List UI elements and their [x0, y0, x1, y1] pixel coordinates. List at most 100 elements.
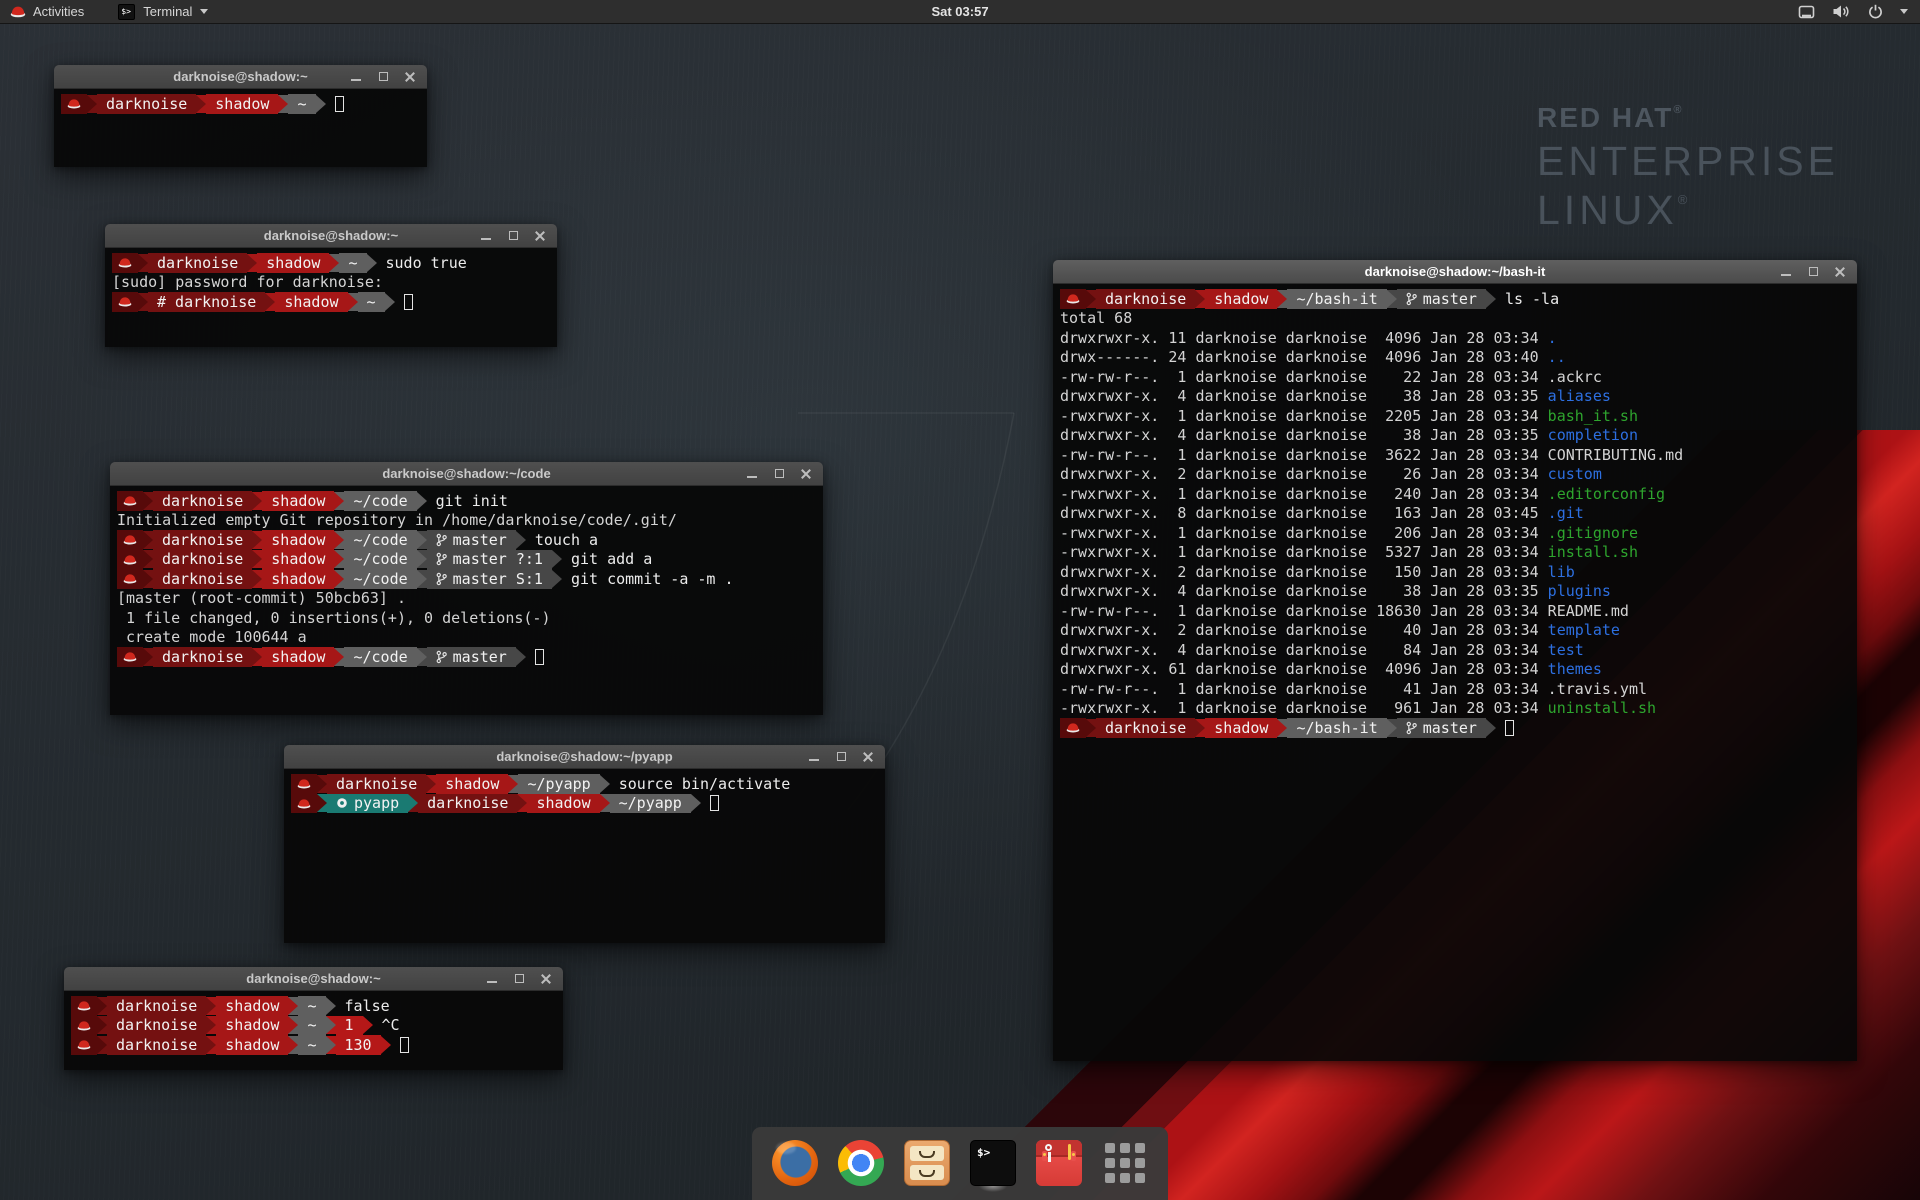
powerline-arrow-icon	[288, 1036, 298, 1054]
volume-icon	[1832, 4, 1851, 19]
terminal-body[interactable]: darknoiseshadow~falsedarknoiseshadow~1^C…	[64, 991, 563, 1070]
minimize-button[interactable]	[350, 71, 362, 83]
prompt-segment-user: darknoise	[153, 491, 252, 511]
maximize-button[interactable]	[1807, 266, 1819, 278]
terminal-window-exit-codes[interactable]: darknoise@shadow:~ darknoiseshadow~false…	[64, 967, 563, 1070]
terminal-body[interactable]: darknoiseshadow~/pyappsource bin/activat…	[284, 769, 885, 943]
minimize-button[interactable]	[480, 230, 492, 242]
terminal-body[interactable]: darknoiseshadow~	[54, 89, 427, 167]
ls-filename: .travis.yml	[1548, 680, 1647, 698]
maximize-button[interactable]	[513, 973, 525, 985]
minimize-button[interactable]	[1780, 266, 1792, 278]
prompt-segment-host: shadow	[1205, 718, 1277, 738]
file-manager-icon[interactable]	[904, 1140, 950, 1186]
minimize-button[interactable]	[808, 751, 820, 763]
close-button[interactable]	[534, 230, 546, 242]
app-grid-icon[interactable]	[1102, 1140, 1148, 1186]
close-button[interactable]	[1834, 266, 1846, 278]
window-title: darknoise@shadow:~/bash-it	[1053, 264, 1857, 279]
maximize-button[interactable]	[507, 230, 519, 242]
terminal-line: -rw-rw-r--. 1 darknoise darknoise 22 Jan…	[1060, 367, 1850, 387]
maximize-button[interactable]	[773, 468, 785, 480]
prompt-segment-host: shadow	[262, 550, 334, 570]
command-text: git commit -a -m .	[571, 570, 734, 588]
prompt-segment-user: darknoise	[107, 1016, 206, 1036]
ls-meta: -rwxrwxr-x. 1 darknoise darknoise 240 Ja…	[1060, 485, 1548, 503]
redhat-icon	[123, 554, 137, 565]
activities-button[interactable]: Activities	[0, 0, 94, 23]
powerline-arrow-icon	[348, 293, 358, 311]
ls-meta: drwxrwxr-x. 2 darknoise darknoise 26 Jan…	[1060, 465, 1548, 483]
close-button[interactable]	[862, 751, 874, 763]
terminal-window-code[interactable]: darknoise@shadow:~/code darknoiseshadow~…	[110, 462, 823, 715]
ls-filename: themes	[1548, 660, 1602, 678]
terminal-window-bash-it[interactable]: darknoise@shadow:~/bash-it darknoise shad…	[1053, 260, 1857, 1061]
terminal-icon[interactable]: $>	[970, 1140, 1016, 1186]
window-titlebar[interactable]: darknoise@shadow:~/pyapp	[284, 745, 885, 769]
terminal-body[interactable]: darknoiseshadow~/bash-itmasterls -latota…	[1053, 284, 1857, 1061]
redhat-icon	[297, 798, 311, 809]
ls-filename: .editorconfig	[1548, 485, 1665, 503]
prompt-segment-host: shadow	[527, 794, 599, 814]
close-button[interactable]	[800, 468, 812, 480]
powerline-arrow-icon	[1277, 290, 1287, 308]
terminal-window-sudo[interactable]: darknoise@shadow:~ darknoiseshadow~sudo …	[105, 224, 557, 347]
ls-filename: ..	[1548, 348, 1566, 366]
clock[interactable]: Sat 03:57	[0, 4, 1920, 19]
window-titlebar[interactable]: darknoise@shadow:~	[105, 224, 557, 248]
terminal-line: darknoiseshadow~/codegit init	[117, 491, 816, 511]
terminal-body[interactable]: darknoiseshadow~/codegit initInitialized…	[110, 486, 823, 715]
window-titlebar[interactable]: darknoise@shadow:~/bash-it	[1053, 260, 1857, 284]
branch-icon	[436, 572, 447, 586]
prompt-segment-path: ~	[358, 292, 385, 312]
prompt-segment-user: darknoise	[1096, 289, 1195, 309]
terminal-line: darknoiseshadow~1^C	[71, 1016, 556, 1036]
terminal-window-home-small[interactable]: darknoise@shadow:~ darknoiseshadow~	[54, 65, 427, 167]
minimize-button[interactable]	[486, 973, 498, 985]
terminal-line: -rw-rw-r--. 1 darknoise darknoise 41 Jan…	[1060, 679, 1850, 699]
prompt-segment-hat	[117, 491, 143, 511]
powerline-arrow-icon	[278, 95, 288, 113]
window-titlebar[interactable]: darknoise@shadow:~	[64, 967, 563, 991]
terminal-line: drwxrwxr-x. 4 darknoise darknoise 38 Jan…	[1060, 387, 1850, 407]
prompt-segment-hat	[1060, 289, 1086, 309]
registered-mark: ®	[1673, 104, 1683, 116]
maximize-button[interactable]	[835, 751, 847, 763]
prompt-segment-user: darknoise	[97, 94, 196, 114]
prompt-segment-host: shadow	[262, 530, 334, 550]
output-text: [master (root-commit) 50bcb63] .	[117, 589, 406, 607]
powerline-arrow-icon	[517, 794, 527, 812]
window-titlebar[interactable]: darknoise@shadow:~	[54, 65, 427, 89]
close-button[interactable]	[540, 973, 552, 985]
terminal-line: darknoiseshadow~130	[71, 1035, 556, 1055]
prompt-segment-host: shadow	[275, 292, 347, 312]
powerline-arrow-icon	[417, 648, 427, 666]
close-button[interactable]	[404, 71, 416, 83]
ls-filename: custom	[1548, 465, 1602, 483]
terminal-body[interactable]: darknoiseshadow~sudo true[sudo] password…	[105, 248, 557, 347]
powerline-arrow-icon	[600, 775, 610, 793]
powerline-arrow-icon	[206, 1016, 216, 1034]
terminal-line: drwxrwxr-x. 2 darknoise darknoise 40 Jan…	[1060, 621, 1850, 641]
status-area[interactable]	[1798, 0, 1920, 23]
powerline-arrow-icon	[516, 648, 526, 666]
terminal-window-pyapp[interactable]: darknoise@shadow:~/pyapp darknoiseshadow…	[284, 745, 885, 943]
powerline-arrow-icon	[1277, 719, 1287, 737]
powerline-arrow-icon	[367, 254, 377, 272]
maximize-button[interactable]	[377, 71, 389, 83]
app-menu-terminal[interactable]: $> Terminal	[108, 0, 218, 23]
window-titlebar[interactable]: darknoise@shadow:~/code	[110, 462, 823, 486]
prompt-segment-hat	[1060, 718, 1086, 738]
minimize-button[interactable]	[746, 468, 758, 480]
ls-meta: drwxrwxr-x. 61 darknoise darknoise 4096 …	[1060, 660, 1548, 678]
prompt-segment-user: darknoise	[107, 996, 206, 1016]
firefox-icon[interactable]	[772, 1140, 818, 1186]
redhat-icon	[118, 257, 132, 268]
ls-meta: -rwxrwxr-x. 1 darknoise darknoise 961 Ja…	[1060, 699, 1548, 717]
branch-icon	[1406, 292, 1417, 306]
powerline-arrow-icon	[143, 648, 153, 666]
powerline-arrow-icon	[600, 794, 610, 812]
chrome-icon[interactable]	[838, 1140, 884, 1186]
prompt-segment-host: shadow	[262, 491, 334, 511]
toolbox-icon[interactable]	[1036, 1140, 1082, 1186]
